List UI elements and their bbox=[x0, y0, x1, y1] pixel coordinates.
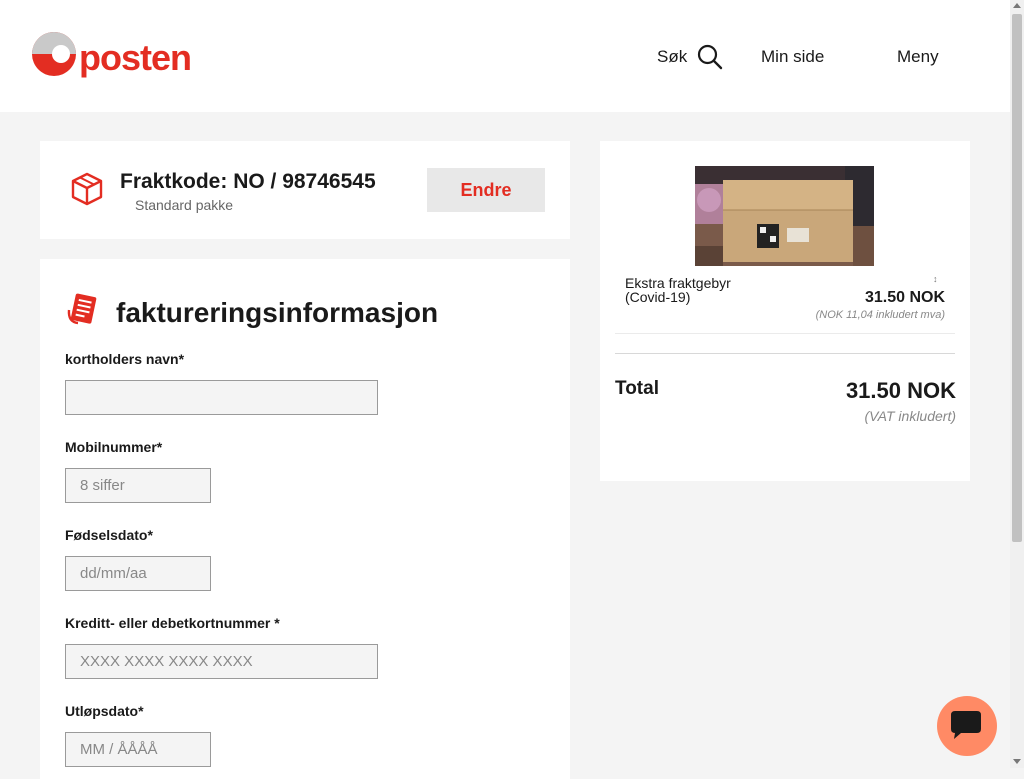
posten-logo[interactable]: posten bbox=[31, 31, 192, 81]
billing-title: faktureringsinformasjon bbox=[116, 297, 439, 328]
expiry-date-input[interactable] bbox=[65, 732, 211, 767]
package-icon bbox=[71, 172, 103, 206]
billing-info-card: faktureringsinformasjon kortholders navn… bbox=[40, 259, 570, 779]
item-vat: (NOK 11,04 inkludert mva) bbox=[815, 309, 945, 321]
card-number-label: Kreditt- eller debetkortnummer * bbox=[65, 615, 280, 631]
nav-menu[interactable]: Meny bbox=[897, 47, 939, 67]
freight-code-card: Fraktkode: NO / 98746545 Standard pakke … bbox=[40, 141, 570, 239]
page-scrollbar[interactable] bbox=[1010, 0, 1024, 768]
scrollbar-thumb[interactable] bbox=[1012, 14, 1022, 542]
chat-button[interactable] bbox=[937, 696, 997, 756]
order-summary-card: Ekstra fraktgebyr (Covid-19) ↕ 31.50 NOK… bbox=[600, 141, 970, 481]
search-button[interactable]: Søk bbox=[657, 44, 723, 70]
card-number-input[interactable] bbox=[65, 644, 378, 679]
search-label: Søk bbox=[657, 47, 688, 66]
divider bbox=[615, 353, 955, 354]
birth-date-input[interactable] bbox=[65, 556, 211, 591]
scroll-down-arrow-icon[interactable] bbox=[1013, 759, 1021, 764]
total-vat: (VAT inkludert) bbox=[864, 408, 956, 424]
chat-icon bbox=[951, 711, 981, 739]
item-price: 31.50 NOK bbox=[864, 289, 945, 306]
item-name: Ekstra fraktgebyr (Covid-19) bbox=[625, 275, 731, 305]
invoice-icon bbox=[67, 293, 97, 325]
package-photo bbox=[695, 166, 874, 266]
quantity-marker: ↕ bbox=[933, 274, 938, 284]
nav-min-side[interactable]: Min side bbox=[761, 47, 824, 67]
expiry-date-label: Utløpsdato* bbox=[65, 703, 144, 719]
cardholder-name-input[interactable] bbox=[65, 380, 378, 415]
posten-logo-icon bbox=[32, 32, 76, 76]
total-value: 31.50 NOK bbox=[845, 378, 956, 403]
total-label: Total bbox=[615, 378, 659, 399]
freight-code: Fraktkode: NO / 98746545 bbox=[120, 170, 376, 193]
search-icon bbox=[698, 44, 723, 70]
birth-date-label: Fødselsdato* bbox=[65, 527, 153, 543]
site-header: posten Søk Min side Meny bbox=[0, 0, 1010, 112]
change-button[interactable]: Endre bbox=[427, 168, 545, 212]
divider bbox=[615, 333, 955, 334]
scroll-up-arrow-icon[interactable] bbox=[1013, 3, 1021, 8]
mobile-number-label: Mobilnummer* bbox=[65, 439, 163, 455]
cardholder-name-label: kortholders navn* bbox=[65, 351, 185, 367]
mobile-number-input[interactable] bbox=[65, 468, 211, 503]
logo-wordmark: posten bbox=[79, 37, 192, 78]
package-type: Standard pakke bbox=[135, 197, 234, 213]
